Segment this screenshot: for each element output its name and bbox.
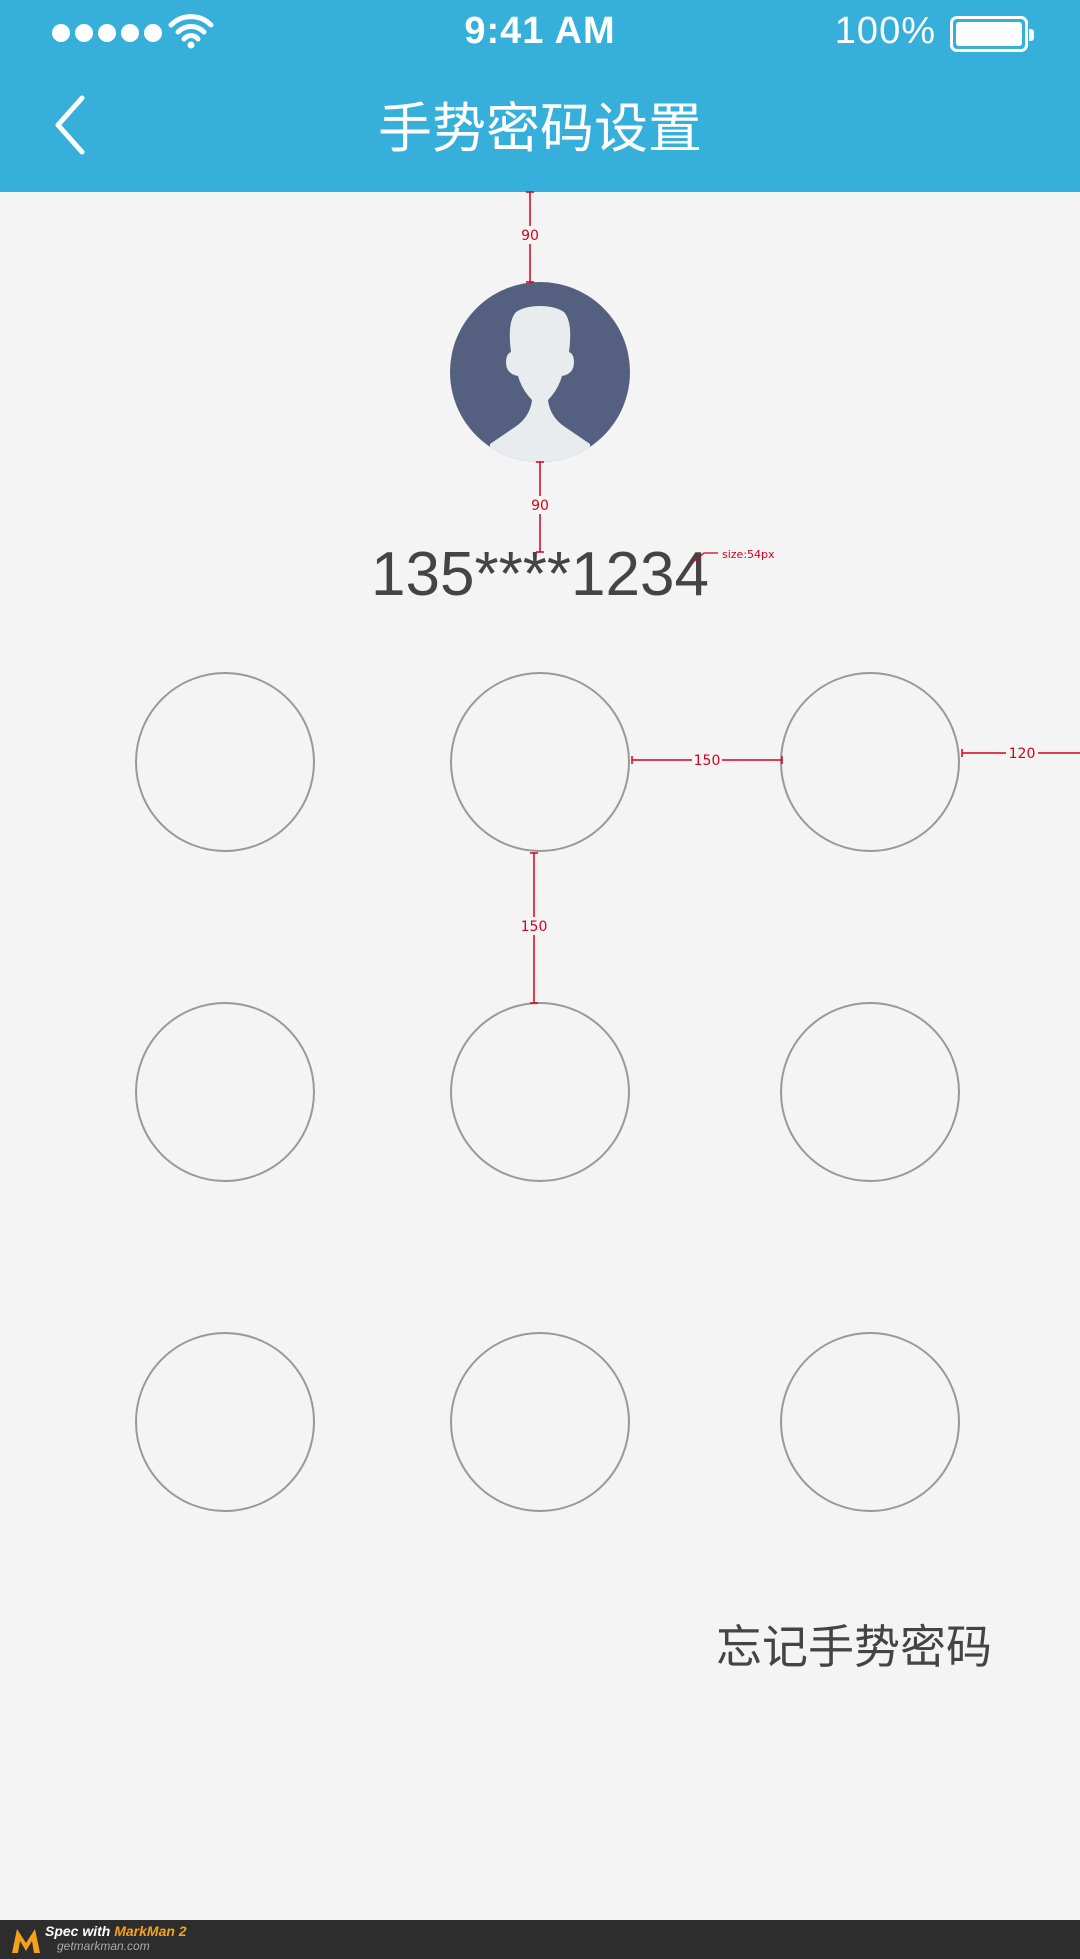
annotation-horizontal-gap: 150 [631,751,783,769]
annotation-label-avatar-spacing: 90 [531,498,549,514]
phone-number: 135****1234 [371,540,709,609]
gesture-dot[interactable] [135,672,315,852]
footer-brand-prefix: Spec with [45,1923,115,1939]
avatar [450,282,630,462]
status-bar: 9:41 AM 100% [0,0,1080,66]
annotation-vertical-gap: 150 [518,852,550,1004]
annotation-top-spacing: 90 [515,191,545,283]
footer-bar: Spec with MarkMan 2 getmarkman.com [0,1920,1080,1959]
page-title: 手势密码设置 [378,99,702,159]
gesture-dot[interactable] [135,1332,315,1512]
annotation-label-top-spacing: 90 [521,228,539,244]
battery-icon [950,16,1034,52]
footer-brand-name: MarkMan 2 [114,1923,187,1939]
annotation-right-margin: 120 [961,744,1080,762]
annotation-label-horizontal-gap: 150 [694,753,721,769]
annotation-label-vertical-gap: 150 [521,919,548,935]
gesture-dot[interactable] [780,1002,960,1182]
gesture-dot[interactable] [450,1002,630,1182]
forgot-gesture-password-link[interactable]: 忘记手势密码 [716,1618,992,1676]
user-silhouette-icon [490,306,590,462]
gesture-dot[interactable] [450,1332,630,1512]
gesture-dot[interactable] [780,672,960,852]
gesture-dot[interactable] [135,1002,315,1182]
navigation-bar: 手势密码设置 [0,66,1080,192]
battery-percentage: 100% [834,10,936,52]
footer-url: getmarkman.com [57,1939,150,1953]
battery-fill [956,22,1022,46]
markman-logo-icon [12,1929,40,1953]
gesture-dot[interactable] [780,1332,960,1512]
footer-brand: Spec with MarkMan 2 [45,1923,187,1939]
annotation-label-right-margin: 120 [1009,746,1036,762]
gesture-dot[interactable] [450,672,630,852]
